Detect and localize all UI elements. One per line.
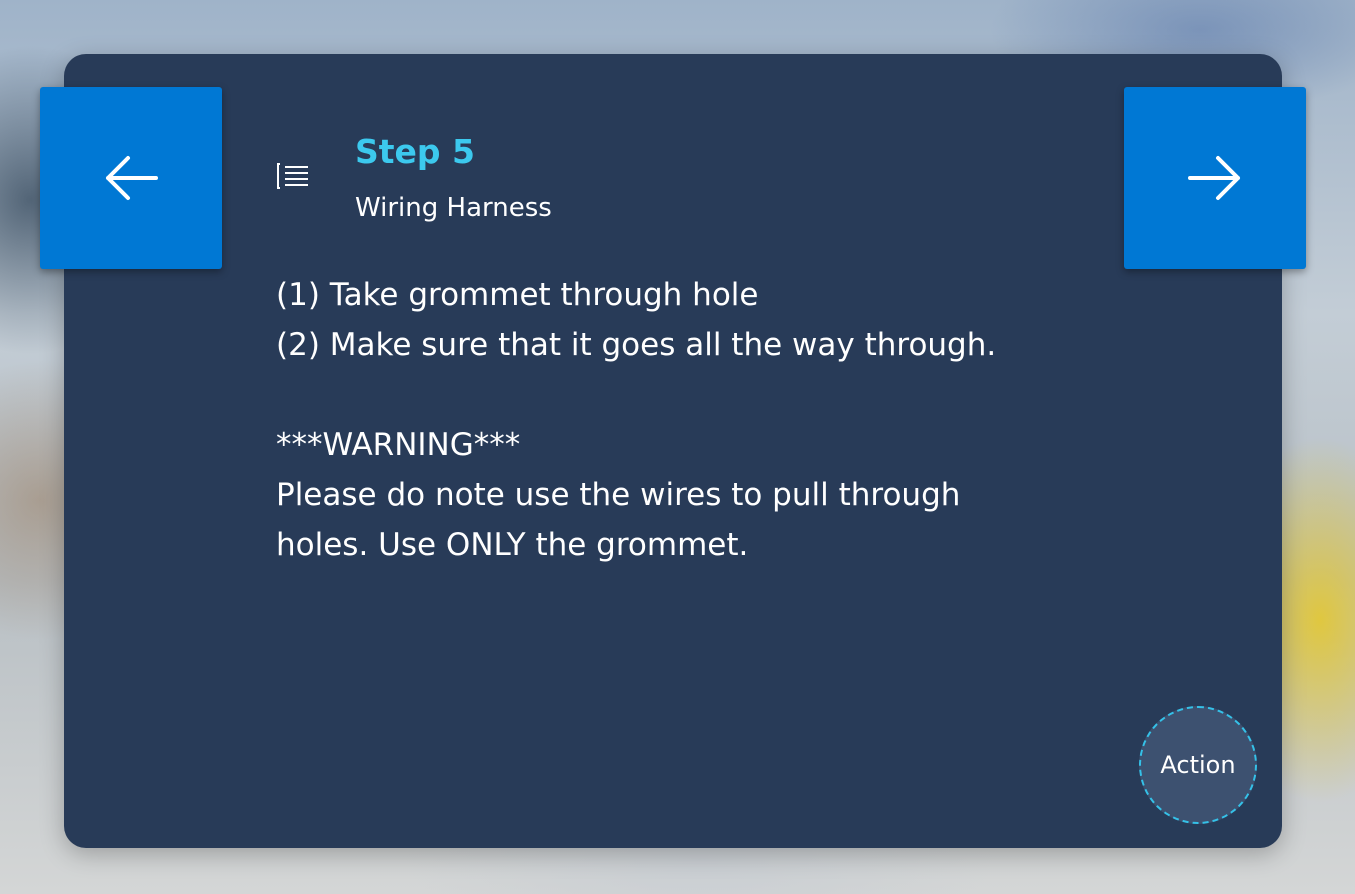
instructions-text: (1) Take grommet through hole (2) Make s… [276,270,1036,570]
next-step-button[interactable] [1124,87,1306,269]
instruction-line-1: (1) Take grommet through hole [276,277,759,313]
bulleted-list-icon[interactable] [276,160,310,192]
action-button[interactable]: Action [1139,706,1257,824]
step-title: Step 5 [355,132,475,171]
arrow-left-icon [106,156,158,200]
arrow-right-icon [1188,156,1240,200]
warning-heading: ***WARNING*** [276,427,521,463]
previous-step-button[interactable] [40,87,222,269]
instruction-line-2: (2) Make sure that it goes all the way t… [276,327,997,363]
step-subtitle: Wiring Harness [355,193,552,223]
warning-text: Please do note use the wires to pull thr… [276,477,961,563]
